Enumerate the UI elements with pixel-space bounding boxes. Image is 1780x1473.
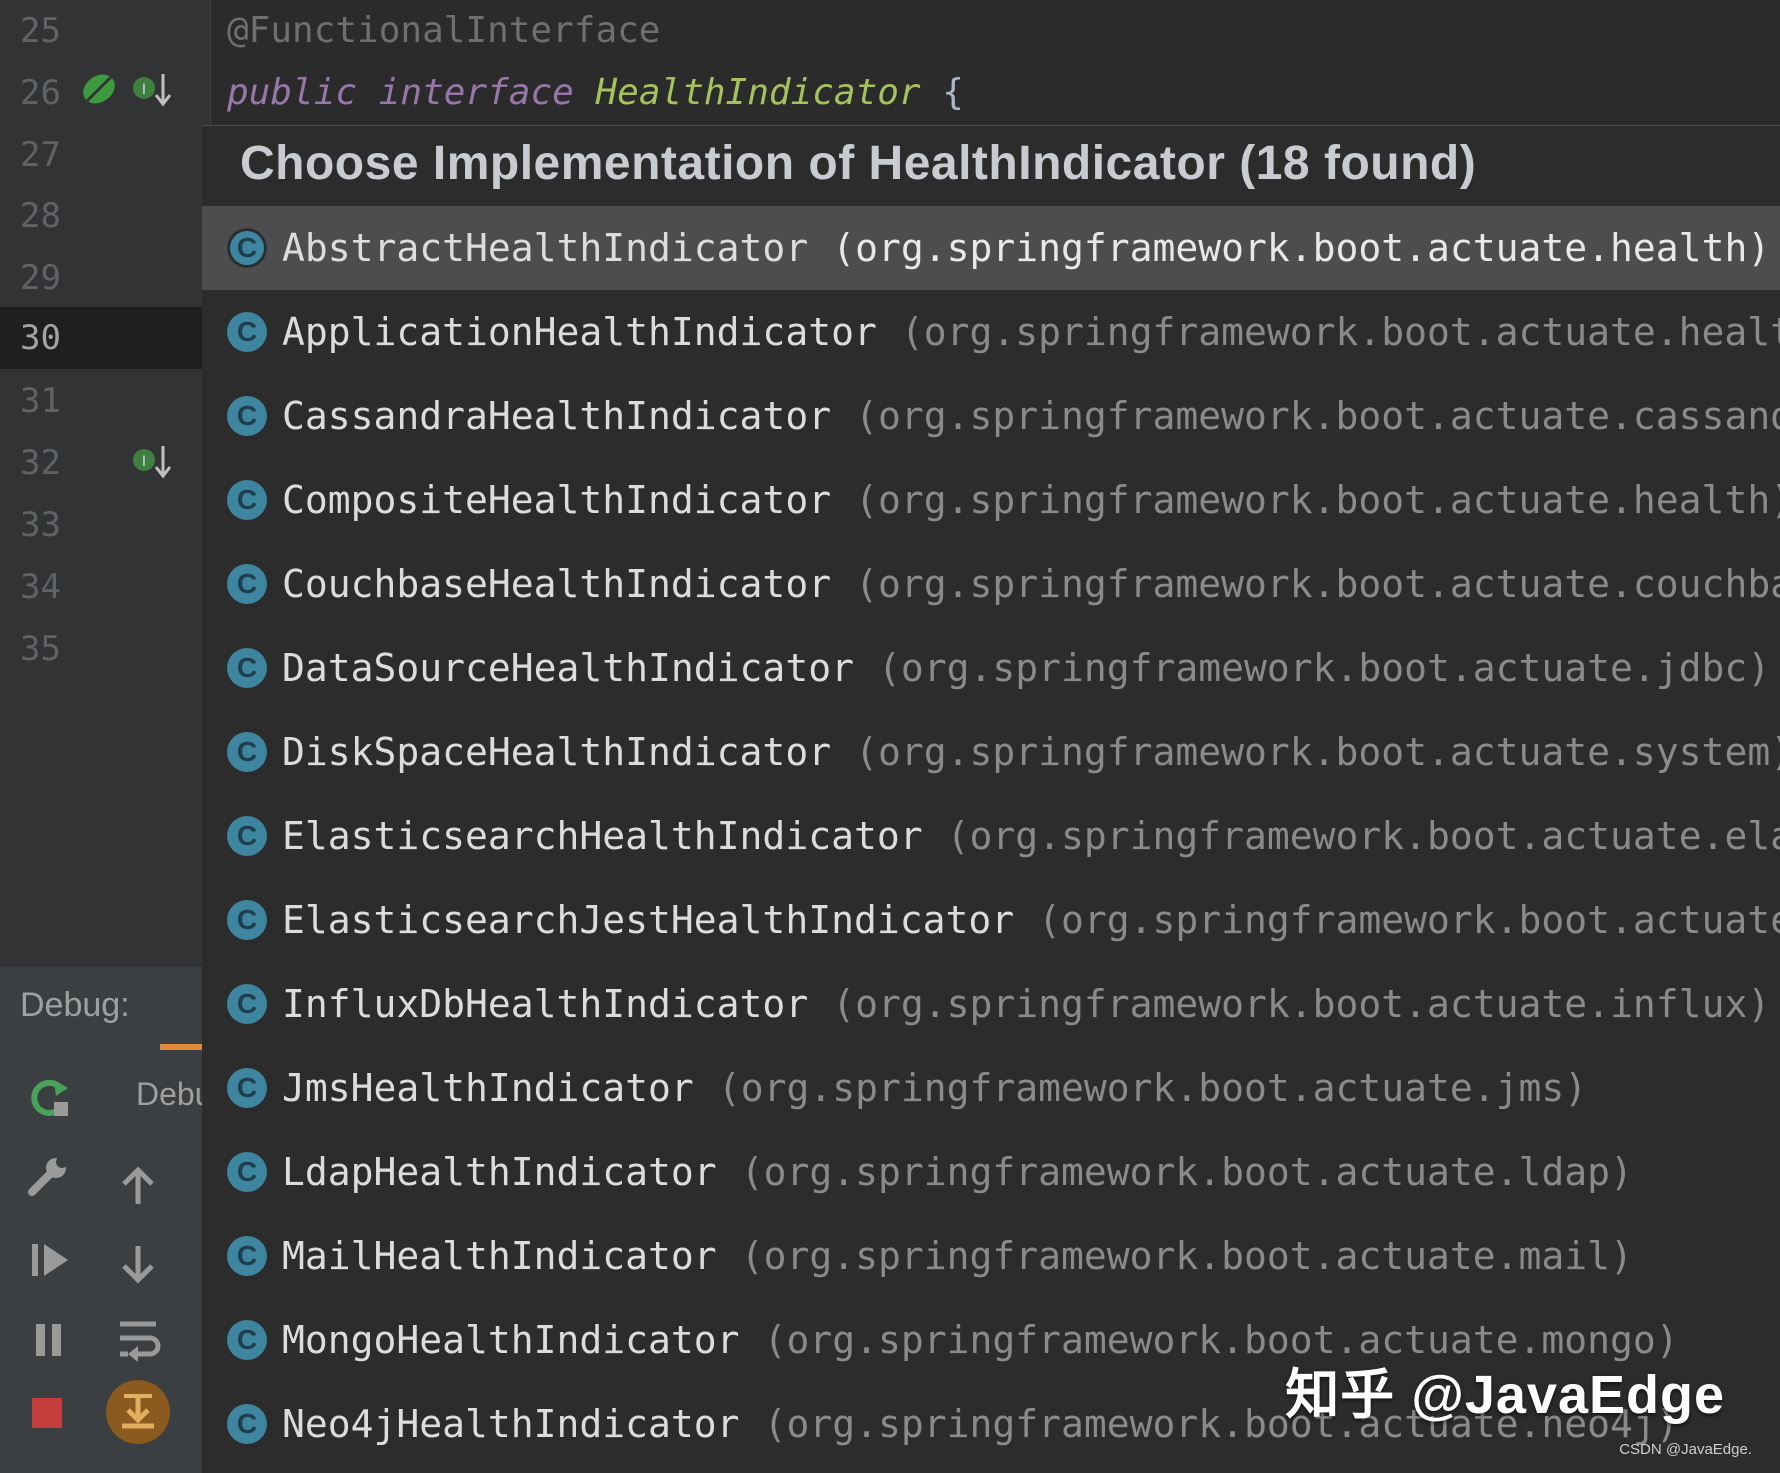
up-arrow-icon[interactable] [118,1164,158,1208]
package-name: (org.springframework.boot.actuate.jdbc) [877,646,1771,690]
code-editor[interactable]: @FunctionalInterface public interface He… [211,0,1780,125]
package-name: (org.springframework.boot.actuate.influx… [832,982,1771,1026]
class-name: CassandraHealthIndicator [282,394,832,438]
code-line-declaration: public interface HealthIndicator { [227,62,964,124]
package-name: (org.springframework.boot.actuate.elasti [946,814,1780,858]
class-name: MongoHealthIndicator [282,1318,740,1362]
type-name: HealthIndicator [595,72,921,113]
class-icon: C [227,396,267,436]
class-icon: C [227,564,267,604]
class-icon: C [227,984,267,1024]
line-number: 31 [20,381,61,421]
line-number: 26 [20,73,61,113]
class-icon: C [227,1404,267,1444]
down-arrow-icon[interactable] [118,1242,158,1286]
choose-implementation-popup: Choose Implementation of HealthIndicator… [202,125,1780,1473]
spring-bean-icon[interactable] [78,68,120,110]
implementation-item[interactable]: C DataSourceHealthIndicator (org.springfra… [202,626,1780,710]
class-name: CompositeHealthIndicator [282,478,832,522]
rerun-icon[interactable] [26,1074,72,1120]
implementation-item[interactable]: C LdapHealthIndicator (org.springframework… [202,1130,1780,1214]
line-number: 35 [20,629,61,669]
implementation-item[interactable]: C DiskSpaceHealthIndicator (org.springfram… [202,710,1780,794]
class-icon: C [227,312,267,352]
class-icon: C [227,900,267,940]
line-number: 28 [20,196,61,236]
class-icon: C [227,480,267,520]
line-number: 34 [20,567,61,607]
debug-title: Debug: [20,986,130,1024]
class-name: MailHealthIndicator [282,1234,717,1278]
implementation-list: C AbstractHealthIndicator (org.springframe… [202,206,1780,1466]
keyword-interface: interface [378,72,574,113]
class-name: Neo4jHealthIndicator [282,1402,740,1446]
popup-title: Choose Implementation of HealthIndicator… [240,137,1477,190]
class-icon: C [227,1152,267,1192]
implementation-item[interactable]: C MailHealthIndicator (org.springframework… [202,1214,1780,1298]
soft-wrap-icon[interactable] [116,1316,162,1362]
line-number: 25 [20,11,61,51]
class-name: ApplicationHealthIndicator [282,310,877,354]
package-name: (org.springframework.boot.actuate.health… [832,226,1771,270]
package-name: (org.springframework.boot.actuate.jms) [717,1066,1588,1110]
abstract-class-icon: C [227,228,267,268]
implementation-item[interactable]: C ApplicationHealthIndicator (org.springfr… [202,290,1780,374]
line-number: 33 [20,505,61,545]
implementation-item[interactable]: C ElasticsearchJestHealthIndicator (org.sp… [202,878,1780,962]
class-name: LdapHealthIndicator [282,1150,717,1194]
implementation-item[interactable]: C CassandraHealthIndicator (org.springfram… [202,374,1780,458]
implementation-item[interactable]: C JmsHealthIndicator (org.springframework.… [202,1046,1780,1130]
line-number: 32 [20,443,61,483]
class-name: ElasticsearchHealthIndicator [282,814,923,858]
class-icon: C [227,648,267,688]
implemented-gutter-icon[interactable]: I [130,442,174,482]
class-icon: C [227,1320,267,1360]
package-name: (org.springframework.boot.actuate.couchb… [855,562,1780,606]
class-icon: C [227,732,267,772]
keyword-public: public [227,72,358,113]
svg-text:I: I [142,454,146,470]
resume-program-icon[interactable] [28,1238,72,1282]
debug-tool-window: Debug: Debu [0,965,213,1473]
implementation-item[interactable]: C ElasticsearchHealthIndicator (org.spring… [202,794,1780,878]
package-name: (org.springframework.boot.actuate.system… [855,730,1780,774]
package-name: (org.springframework.boot.actuate.ldap) [740,1150,1633,1194]
line-number: 27 [20,135,61,175]
line-number-active: 30 [20,318,61,358]
implementation-item[interactable]: C CompositeHealthIndicator (org.springfram… [202,458,1780,542]
class-icon: C [227,816,267,856]
implementation-item[interactable]: C InfluxDbHealthIndicator (org.springframe… [202,962,1780,1046]
line-number: 29 [20,258,61,298]
implementation-item[interactable]: C AbstractHealthIndicator (org.springframe… [202,206,1780,290]
svg-text:I: I [142,82,146,98]
class-name: AbstractHealthIndicator [282,226,809,270]
implemented-gutter-icon[interactable]: I [130,70,174,110]
class-icon: C [227,1068,267,1108]
code-line-annotation: @FunctionalInterface [227,10,661,51]
scroll-to-end-icon[interactable] [104,1378,172,1446]
package-name: (org.springframework.boot.actuate.cassan… [855,394,1780,438]
class-name: DataSourceHealthIndicator [282,646,854,690]
zhihu-watermark: 知乎 @JavaEdge [1285,1365,1725,1425]
package-name: (org.springframework.boot.actuate.el [1038,898,1780,942]
class-name: JmsHealthIndicator [282,1066,694,1110]
open-brace: { [942,72,964,113]
class-name: DiskSpaceHealthIndicator [282,730,832,774]
package-name: (org.springframework.boot.actuate.health… [900,310,1780,354]
settings-wrench-icon[interactable] [26,1154,70,1198]
class-icon: C [227,1236,267,1276]
package-name: (org.springframework.boot.actuate.mail) [740,1234,1633,1278]
implementation-item[interactable]: C CouchbaseHealthIndicator (org.springfram… [202,542,1780,626]
csdn-watermark: CSDN @JavaEdge. [1619,1441,1752,1458]
package-name: (org.springframework.boot.actuate.health… [855,478,1780,522]
class-name: ElasticsearchJestHealthIndicator [282,898,1015,942]
class-name: InfluxDbHealthIndicator [282,982,809,1026]
class-name: CouchbaseHealthIndicator [282,562,832,606]
pause-program-icon[interactable] [30,1318,70,1362]
editor-gutter: 25 26 27 28 29 30 31 32 33 34 35 I I [0,0,211,965]
stop-icon[interactable] [30,1396,66,1432]
